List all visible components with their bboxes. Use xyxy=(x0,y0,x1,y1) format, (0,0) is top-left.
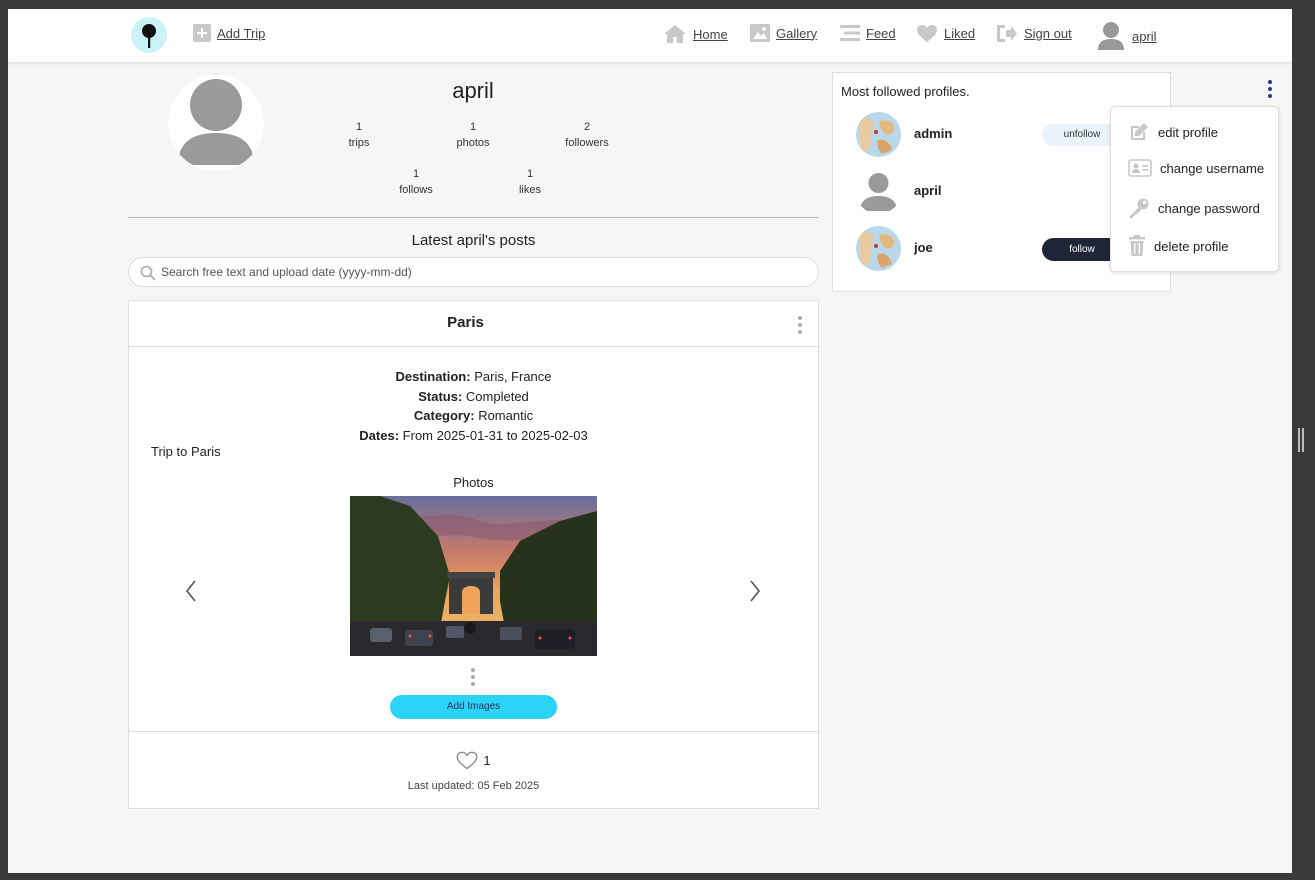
nav-feed[interactable]: Feed xyxy=(840,24,896,42)
stat-value: 1 xyxy=(355,121,363,133)
arc-de-triomphe-photo xyxy=(350,496,597,656)
app-viewport: Add Trip Home Gallery Feed Liked Sign ou… xyxy=(8,9,1292,873)
post-photo[interactable] xyxy=(350,496,597,656)
search-icon xyxy=(140,265,156,281)
stat-photos[interactable]: 1 photos xyxy=(433,119,513,151)
detail-status: Status: Completed xyxy=(418,388,529,404)
sign-out-icon xyxy=(997,25,1017,42)
heart-outline-icon[interactable] xyxy=(456,751,478,770)
user-avatar-icon xyxy=(860,173,897,211)
nav-home-label: Home xyxy=(693,26,728,42)
nav-gallery[interactable]: Gallery xyxy=(750,24,817,42)
post-card: Paris Destination: Paris, France Status:… xyxy=(128,300,819,809)
panel-title: Most followed profiles. xyxy=(841,84,970,99)
detail-destination: Destination: Paris, France xyxy=(395,369,552,384)
navbar: Add Trip Home Gallery Feed Liked Sign ou… xyxy=(8,9,1292,62)
heart-icon xyxy=(917,25,937,42)
search-input[interactable] xyxy=(161,263,801,281)
nav-feed-label: Feed xyxy=(866,25,896,41)
stat-value: 1 xyxy=(526,168,534,180)
photo-options-icon[interactable] xyxy=(471,668,475,686)
profile-username: april xyxy=(452,78,494,103)
menu-item-change-username[interactable]: change username xyxy=(1128,159,1264,177)
nav-liked-label: Liked xyxy=(944,26,976,41)
detail-dates: Dates: From 2025-01-31 to 2025-02-03 xyxy=(359,427,588,443)
home-icon xyxy=(664,25,686,43)
profile-name[interactable]: joe xyxy=(914,240,933,255)
map-avatar-icon xyxy=(856,112,901,157)
logo[interactable] xyxy=(131,17,167,53)
search-bar[interactable] xyxy=(128,257,819,287)
avatar[interactable] xyxy=(856,112,901,157)
nav-add-trip[interactable]: Add Trip xyxy=(193,24,265,42)
menu-item-label: change password xyxy=(1158,200,1260,216)
nav-add-trip-label: Add Trip xyxy=(217,25,266,41)
menu-item-label: delete profile xyxy=(1154,238,1229,254)
avatar[interactable] xyxy=(856,226,901,271)
nav-gallery-label: Gallery xyxy=(776,25,818,41)
id-card-icon xyxy=(1128,159,1152,177)
resize-handle[interactable] xyxy=(1298,428,1304,452)
like-row: 1 xyxy=(129,751,818,770)
user-avatar-icon xyxy=(178,79,254,165)
stat-value: 2 xyxy=(583,121,591,133)
stat-followers[interactable]: 2 followers xyxy=(547,119,627,151)
divider xyxy=(128,217,819,218)
post-footer: 1 Last updated: 05 Feb 2025 xyxy=(129,731,818,808)
stat-label: follows xyxy=(399,184,433,196)
post-title: Paris xyxy=(447,314,484,331)
profile-avatar xyxy=(168,75,264,171)
post-header: Paris xyxy=(129,301,818,347)
stat-label: photos xyxy=(456,137,490,149)
nav-liked[interactable]: Liked xyxy=(916,24,975,43)
menu-item-label: edit profile xyxy=(1158,124,1218,140)
like-count: 1 xyxy=(483,753,491,768)
carousel-prev-icon[interactable] xyxy=(185,579,197,608)
feed-icon xyxy=(840,25,860,41)
carousel-next-icon[interactable] xyxy=(749,579,761,608)
menu-item-edit-profile[interactable]: edit profile xyxy=(1128,121,1218,143)
stat-likes[interactable]: 1 likes xyxy=(490,166,570,198)
profile-name[interactable]: april xyxy=(914,183,941,198)
menu-item-change-password[interactable]: change password xyxy=(1128,197,1260,219)
edit-icon xyxy=(1131,123,1148,140)
profile-menu-kebab-icon[interactable] xyxy=(1268,80,1272,98)
plus-square-icon xyxy=(193,24,211,42)
last-updated: Last updated: 05 Feb 2025 xyxy=(407,780,540,792)
user-avatar-icon xyxy=(1098,22,1124,50)
stat-trips[interactable]: 1 trips xyxy=(319,119,399,151)
nav-user-label: april xyxy=(1132,28,1157,44)
nav-sign-out[interactable]: Sign out xyxy=(996,24,1072,43)
menu-item-label: change username xyxy=(1160,160,1265,176)
post-options-icon[interactable] xyxy=(798,316,802,334)
add-images-button[interactable]: Add Images xyxy=(390,695,557,719)
posts-title: Latest april's posts xyxy=(411,232,536,249)
stat-label: followers xyxy=(565,137,609,149)
nav-sign-out-label: Sign out xyxy=(1024,26,1072,41)
photos-label: Photos xyxy=(453,475,494,490)
trash-icon xyxy=(1129,235,1145,256)
map-pin-icon xyxy=(142,24,156,48)
post-description: Trip to Paris xyxy=(151,444,221,459)
nav-home[interactable]: Home xyxy=(663,24,728,44)
stat-value: 1 xyxy=(469,121,477,133)
stat-label: likes xyxy=(518,184,541,196)
stat-follows[interactable]: 1 follows xyxy=(376,166,456,198)
profile-name[interactable]: admin xyxy=(914,126,952,141)
detail-category: Category: Romantic xyxy=(413,408,534,423)
menu-item-delete-profile[interactable]: delete profile xyxy=(1128,235,1228,257)
stat-value: 1 xyxy=(412,168,420,180)
map-avatar-icon xyxy=(856,226,901,271)
stat-label: trips xyxy=(348,137,370,149)
nav-user[interactable]: april xyxy=(1096,20,1157,52)
post-details: Destination: Paris, France Status: Compl… xyxy=(129,367,818,445)
key-icon xyxy=(1130,198,1149,218)
profile-options-menu: edit profile change username change pass… xyxy=(1110,106,1279,272)
avatar[interactable] xyxy=(856,169,901,214)
image-icon xyxy=(750,24,770,42)
